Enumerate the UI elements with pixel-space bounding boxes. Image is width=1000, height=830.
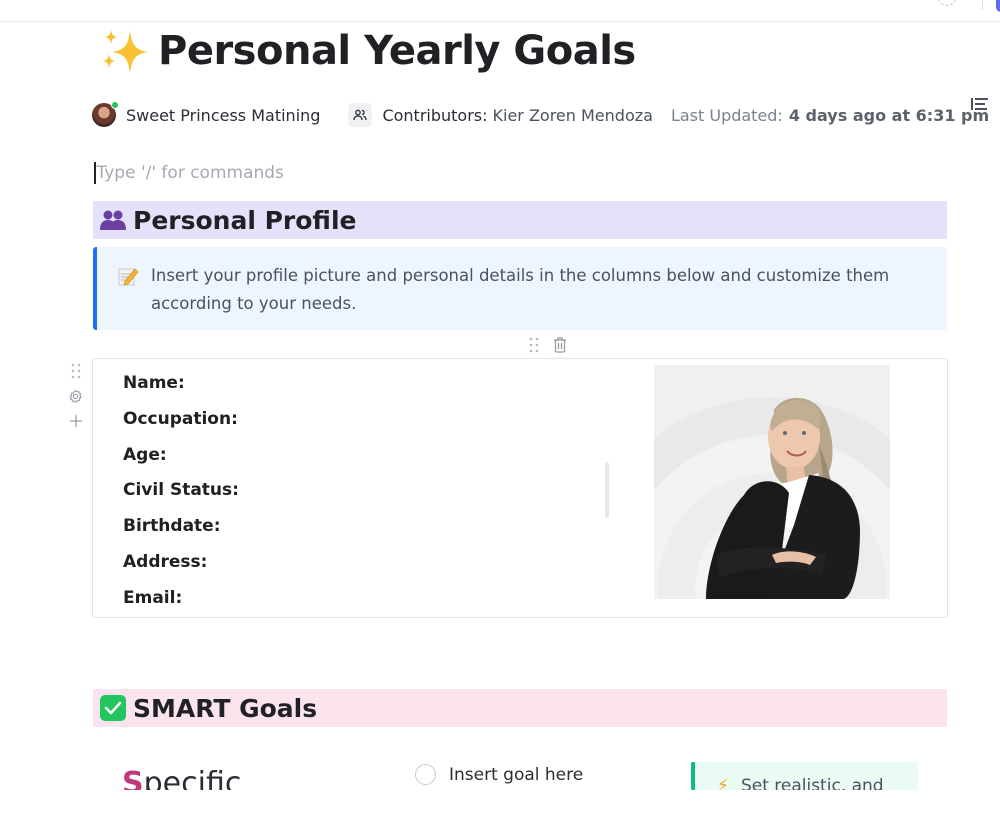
top-bar [0,0,1000,22]
tip-text: Set realistic, and [740,776,884,790]
action-button-edge[interactable] [996,0,1000,12]
trash-icon[interactable] [553,337,567,353]
field-address[interactable]: Address: [123,550,239,586]
field-age[interactable]: Age: [123,443,239,479]
contributors-label: Contributors: [382,105,488,125]
people-icon [99,206,127,234]
heading-text: Personal Profile [133,205,357,235]
contributor-name[interactable]: Kier Zoren Mendoza [493,106,653,125]
loading-spinner-icon [938,0,956,6]
field-birthdate[interactable]: Birthdate: [123,514,239,550]
add-icon[interactable] [69,414,83,428]
callout-text: Insert your profile picture and personal… [151,266,890,313]
last-updated-label: Last Updated: [670,105,783,125]
profile-photo[interactable] [654,365,890,599]
column-resize-handle[interactable] [605,462,609,518]
profile-fields: Name: Occupation: Age: Civil Status: Bir… [123,371,239,622]
goal-checklist-item[interactable]: Insert goal here [415,764,583,785]
check-box-icon [99,694,127,722]
specific-rest: pecific [143,766,242,790]
drag-handle-icon[interactable] [71,363,81,379]
memo-icon [118,268,139,286]
command-placeholder: Type '/' for commands [96,163,284,183]
last-updated-value: 4 days ago at 6:31 pm [788,105,990,125]
table-of-contents-icon[interactable] [970,97,990,111]
specific-accent-letter: S [122,766,144,790]
specific-tip-callout[interactable]: ⚡ Set realistic, and [691,762,918,790]
text-caret [94,162,96,184]
heading-text: SMART Goals [133,693,318,723]
personal-profile-heading[interactable]: Personal Profile [93,201,947,239]
goal-checkbox[interactable] [415,764,436,785]
goal-text[interactable]: Insert goal here [449,765,583,785]
field-civil-status[interactable]: Civil Status: [123,478,239,514]
row-side-tools [68,363,83,428]
drag-handle-icon[interactable] [529,337,539,353]
block-toolbar [529,337,567,353]
field-email[interactable]: Email: [123,586,239,622]
page-meta: Sweet Princess Matining Contributors: Ki… [92,101,990,127]
command-input[interactable]: Type '/' for commands [94,162,284,184]
page-title-text: Personal Yearly Goals [158,28,636,74]
profile-callout[interactable]: Insert your profile picture and personal… [93,247,947,330]
avatar[interactable] [92,101,119,127]
sparkles-icon [103,30,148,73]
page-title[interactable]: Personal Yearly Goals [100,26,636,76]
profile-columns: Name: Occupation: Age: Civil Status: Bir… [92,358,948,618]
lightning-icon: ⚡ [717,776,729,790]
online-status-indicator [111,101,119,109]
woman-portrait-icon [706,397,860,599]
contributors-icon[interactable] [348,103,373,127]
specific-heading: Specific [122,762,241,790]
smart-goals-heading[interactable]: SMART Goals [93,689,947,727]
author-name[interactable]: Sweet Princess Matining [126,106,320,125]
field-occupation[interactable]: Occupation: [123,407,239,443]
field-name[interactable]: Name: [123,371,239,407]
divider [982,0,983,10]
gear-icon[interactable] [68,389,83,404]
